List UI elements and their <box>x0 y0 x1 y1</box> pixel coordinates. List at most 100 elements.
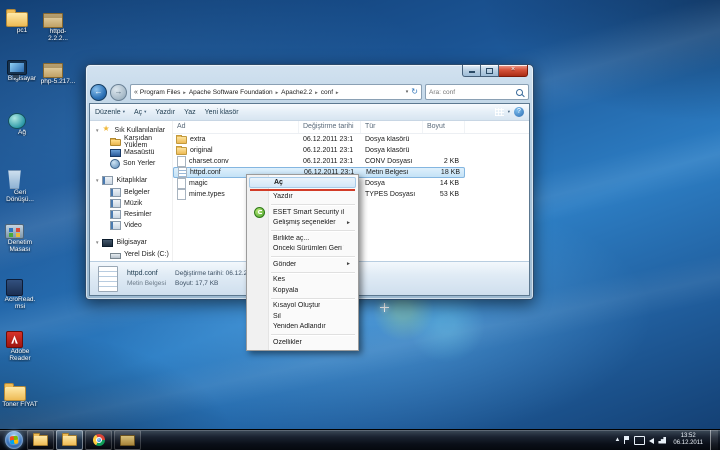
desktop-icon-php-5-217[interactable]: php-5.217... <box>40 58 76 85</box>
file-row-charset-conv[interactable]: charset.conv06.12.2011 23:1CONV Dosyası2… <box>173 156 465 167</box>
lib-icon <box>110 199 121 208</box>
taskbar: ▲ 13:52 06.12.2011 <box>0 429 720 450</box>
desktop-icon-label: Adobe Reader <box>2 348 38 362</box>
file-row-extra[interactable]: extra06.12.2011 23:1Dosya klasörü <box>173 134 465 145</box>
sidebar-item-müzik[interactable]: Müzik <box>90 198 172 209</box>
taskbar-app-explorer[interactable] <box>27 430 54 450</box>
desktop-icon-ağ[interactable]: Ağ <box>4 110 40 136</box>
close-button[interactable]: × <box>499 65 528 77</box>
file-size: 18 KB <box>424 169 466 176</box>
sidebar-group-kitaplıklar[interactable]: ▼Kitaplıklar <box>90 174 172 187</box>
network-icon[interactable] <box>658 437 666 444</box>
column-header-ad[interactable]: Ad <box>173 121 299 133</box>
search-box[interactable]: Ara: conf <box>425 84 529 100</box>
desktop-icon-httpd-2-2-2[interactable]: httpd-2.2.2... <box>40 8 76 42</box>
refresh-icon[interactable]: ↻ <box>411 88 418 96</box>
file-icon <box>177 189 186 200</box>
view-dropdown-icon[interactable]: ▾ <box>508 109 510 115</box>
flag-icon[interactable] <box>624 436 630 444</box>
recycle-icon <box>7 170 22 189</box>
menu-item-eset-smart-security-ile-tara[interactable]: ESET Smart Security ile tara <box>249 207 356 218</box>
column-header-tür[interactable]: Tür <box>361 121 423 133</box>
toolbar-button-yeni-klasör[interactable]: Yeni klasör <box>205 109 239 116</box>
menu-item-özellikler[interactable]: Özellikler <box>249 337 356 348</box>
file-row-original[interactable]: original06.12.2011 23:1Dosya klasörü <box>173 145 465 156</box>
folder-dark-icon <box>120 435 135 446</box>
desktop-icon-label: pc1 <box>4 27 40 34</box>
desktop-icon-adobe-reader[interactable]: Adobe Reader <box>2 328 38 362</box>
toolbar-button-yaz[interactable]: Yaz <box>184 109 196 116</box>
sidebar-group-bilgisayar[interactable]: ▼Bilgisayar <box>90 236 172 249</box>
menu-item-kısayol-oluştur[interactable]: Kısayol Oluştur <box>249 301 356 312</box>
clock-time: 13:52 <box>673 433 703 440</box>
column-header-boyut[interactable]: Boyut <box>423 121 465 133</box>
menu-item-önceki-sürümleri-geri-yükle[interactable]: Önceki Sürümleri Geri Yükle <box>249 244 356 255</box>
sidebar-item-yerel-disk-c[interactable]: Yerel Disk (C:) <box>90 249 172 260</box>
breadcrumb-item-apache2-2[interactable]: Apache2.2 <box>281 89 312 96</box>
minimize-button[interactable] <box>462 65 481 77</box>
sidebar-item-video[interactable]: Video <box>90 220 172 231</box>
maximize-button[interactable] <box>481 65 499 77</box>
sidebar-item-masaüstü[interactable]: Masaüstü <box>90 147 172 158</box>
desktop-icon-label: AcroRead.msi <box>2 296 38 310</box>
taskbar-app-documents-folder[interactable] <box>114 430 141 450</box>
menu-item-yazdır[interactable]: Yazdır <box>249 192 356 203</box>
lib-icon <box>110 210 121 219</box>
breadcrumb-overflow-icon[interactable]: « <box>134 89 138 96</box>
change-view-icon[interactable] <box>495 108 504 116</box>
desktop-icon-toner-fi-yat[interactable]: Toner FİYAT <box>2 382 38 408</box>
breadcrumb-item-apache-software-foundation[interactable]: Apache Software Foundation <box>189 89 273 96</box>
back-button[interactable]: ← <box>90 84 107 101</box>
menu-item-birlikte-aç[interactable]: Birlikte aç... <box>249 233 356 244</box>
desktop-icon-geri-dönüşü[interactable]: Geri Dönüşü... <box>2 168 38 203</box>
volume-icon[interactable] <box>649 438 654 444</box>
desktop-icon-bilgisayar[interactable]: Bilgisayar <box>4 58 40 82</box>
chevron-expanded-icon[interactable]: ▼ <box>95 240 99 245</box>
show-desktop-button[interactable] <box>710 430 718 450</box>
menu-item-kopyala[interactable]: Kopyala <box>249 285 356 296</box>
window-titlebar[interactable]: × <box>86 65 533 82</box>
menu-item-yeniden-adlandır[interactable]: Yeniden Adlandır <box>249 322 356 333</box>
help-icon[interactable]: ? <box>514 107 524 117</box>
sidebar-item-resimler[interactable]: Resimler <box>90 209 172 220</box>
desktop: pc1httpd-2.2.2...Bilgisayarphp-5.217...A… <box>0 0 720 450</box>
menu-item-sil[interactable]: Sil <box>249 311 356 322</box>
display-icon[interactable] <box>634 436 645 445</box>
desktop-icon-label: Toner FİYAT <box>2 401 38 408</box>
breadcrumb-item-conf[interactable]: conf <box>321 89 333 96</box>
sidebar-item-son-yerler[interactable]: Son Yerler <box>90 158 172 169</box>
start-button[interactable] <box>5 431 23 449</box>
menu-item-kes[interactable]: Kes <box>249 275 356 286</box>
desktop-icon-acroread-msi[interactable]: AcroRead.msi <box>2 276 38 310</box>
desktop-icon-pc1[interactable]: pc1 <box>4 8 40 34</box>
sidebar-item-karşıdan-yüklem[interactable]: Karşıdan Yüklem <box>90 136 172 147</box>
sidebar-item-belgeler[interactable]: Belgeler <box>90 187 172 198</box>
chevron-expanded-icon[interactable]: ▼ <box>95 178 99 183</box>
desktop-icon-label: httpd-2.2.2... <box>40 28 76 42</box>
address-bar[interactable]: «Program Files►Apache Software Foundatio… <box>130 84 422 100</box>
breadcrumb-item-program-files[interactable]: Program Files <box>140 89 180 96</box>
column-header-değiştirme-tarihi[interactable]: Değiştirme tarihi <box>299 121 361 133</box>
taskbar-app-windows-explorer[interactable] <box>56 430 83 450</box>
sidebar-item-label: Yerel Disk (C:) <box>124 251 169 258</box>
toolbar-button-düzenle[interactable]: Düzenle▾ <box>95 109 125 116</box>
adobe-icon <box>6 331 23 348</box>
hidden-icons-icon[interactable]: ▲ <box>614 436 620 444</box>
forward-button[interactable]: → <box>110 84 127 101</box>
menu-item-gönder[interactable]: Gönder► <box>249 259 356 270</box>
address-dropdown-icon[interactable]: ▾ <box>406 89 409 95</box>
toolbar-button-yazdır[interactable]: Yazdır <box>155 109 175 116</box>
menu-item-aç[interactable]: Aç <box>249 177 356 188</box>
drive-icon <box>110 253 121 259</box>
menu-item-gelişmiş-seçenekler[interactable]: Gelişmiş seçenekler► <box>249 218 356 229</box>
taskbar-clock[interactable]: 13:52 06.12.2011 <box>670 433 706 447</box>
menu-item-label: Kopyala <box>273 287 298 294</box>
desktop-icon-denetim-masası[interactable]: Denetim Masası <box>2 220 38 253</box>
taskbar-app-chrome[interactable] <box>85 430 112 450</box>
file-size: 53 KB <box>423 191 465 198</box>
toolbar-button-aç[interactable]: Aç▾ <box>134 109 146 116</box>
chevron-expanded-icon[interactable]: ▼ <box>95 128 99 133</box>
column-headers: AdDeğiştirme tarihiTürBoyut <box>173 121 529 134</box>
desktop-icon-label: Geri Dönüşü... <box>2 189 38 203</box>
file-name-cell: charset.conv <box>173 156 299 167</box>
